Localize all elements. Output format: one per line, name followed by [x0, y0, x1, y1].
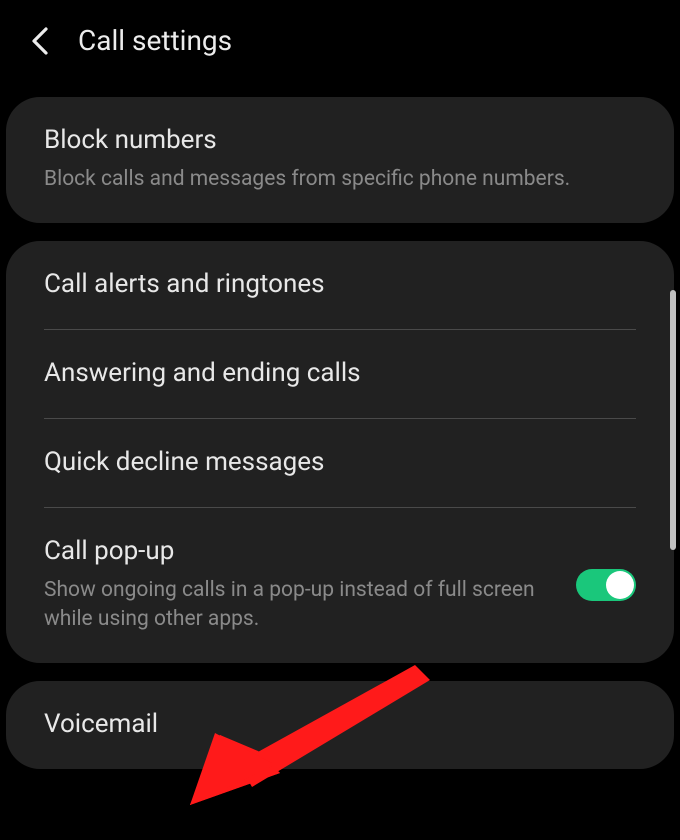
- scrollbar[interactable]: [670, 290, 676, 550]
- item-call-popup-subtitle: Show ongoing calls in a pop-up instead o…: [44, 576, 560, 633]
- item-call-alerts-title: Call alerts and ringtones: [44, 269, 636, 299]
- item-call-alerts[interactable]: Call alerts and ringtones: [6, 241, 674, 329]
- settings-card-calls: Call alerts and ringtones Answering and …: [6, 241, 674, 663]
- item-quick-decline[interactable]: Quick decline messages: [6, 419, 674, 507]
- settings-card-voicemail: Voicemail: [6, 681, 674, 769]
- item-block-numbers[interactable]: Block numbers Block calls and messages f…: [6, 97, 674, 223]
- item-quick-decline-title: Quick decline messages: [44, 447, 636, 477]
- settings-card-block: Block numbers Block calls and messages f…: [6, 97, 674, 223]
- item-voicemail[interactable]: Voicemail: [6, 681, 674, 769]
- item-block-numbers-subtitle: Block calls and messages from specific p…: [44, 165, 636, 193]
- item-call-popup-title: Call pop-up: [44, 536, 560, 566]
- back-icon[interactable]: [30, 25, 50, 57]
- item-answering-ending[interactable]: Answering and ending calls: [6, 330, 674, 418]
- toggle-thumb: [606, 571, 634, 599]
- item-call-popup[interactable]: Call pop-up Show ongoing calls in a pop-…: [6, 508, 674, 663]
- call-popup-toggle[interactable]: [576, 569, 636, 601]
- item-block-numbers-title: Block numbers: [44, 125, 636, 155]
- header-bar: Call settings: [0, 0, 680, 87]
- item-answering-ending-title: Answering and ending calls: [44, 358, 636, 388]
- item-voicemail-title: Voicemail: [44, 709, 636, 739]
- page-title: Call settings: [78, 24, 232, 57]
